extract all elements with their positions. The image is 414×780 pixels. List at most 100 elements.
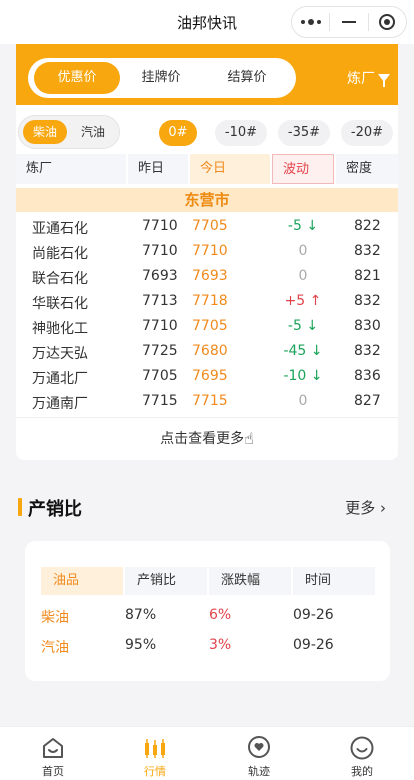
minimize-icon	[342, 21, 356, 23]
price-change-value: +5	[284, 293, 306, 309]
density-value: 830	[354, 318, 381, 334]
price-change: -10 ↓	[263, 368, 343, 384]
table-row[interactable]: 万通南厂 7715 7715 0 827	[16, 389, 398, 414]
chevron-right-icon: ›	[380, 499, 386, 517]
refinery-name: 亚通石化	[32, 221, 88, 237]
yesterday-price: 7713	[142, 293, 178, 309]
pointer-hand-icon: ☝	[244, 429, 254, 448]
price-change: 0	[263, 243, 343, 259]
ratio-header-time: 时间	[293, 567, 375, 595]
density-value: 836	[354, 368, 381, 384]
price-change: 0	[263, 268, 343, 284]
today-price: 7680	[192, 343, 228, 359]
fuel-gasoline-button[interactable]: 汽油	[71, 120, 115, 144]
price-change-value: -5	[287, 218, 302, 234]
table-row[interactable]: 亚通石化 7710 7705 -5 ↓ 822	[16, 214, 398, 239]
table-row[interactable]: 华联石化 7713 7718 +5 ↑ 832	[16, 289, 398, 314]
fuel-diesel-button[interactable]: 柴油	[23, 120, 67, 144]
ratio-change: 3%	[209, 637, 232, 653]
today-price: 7718	[192, 293, 228, 309]
tab-market-label: 行情	[144, 765, 166, 778]
price-type-header: 优惠价 挂牌价 结算价 炼厂	[16, 44, 398, 105]
price-change: 0	[263, 393, 343, 409]
arrow-down-icon: ↓	[306, 218, 319, 234]
top-navigation-bar: 油邦快讯	[0, 0, 414, 44]
price-change: -5 ↓	[263, 218, 343, 234]
ratio-header-change: 涨跌幅	[209, 567, 291, 595]
tab-home[interactable]: 首页	[23, 735, 83, 779]
ratio-product: 柴油	[41, 610, 69, 626]
home-icon	[43, 738, 63, 758]
ratio-time: 09-26	[293, 607, 334, 623]
filter-funnel-icon	[378, 74, 390, 87]
price-change-value: 0	[298, 243, 308, 259]
today-price: 7715	[192, 393, 228, 409]
arrow-down-icon: ↓	[306, 318, 319, 334]
tab-discount-price[interactable]: 优惠价	[34, 62, 120, 94]
table-row[interactable]: 万达天弘 7725 7680 -45 ↓ 832	[16, 339, 398, 364]
table-row[interactable]: 神驰化工 7710 7705 -5 ↓ 830	[16, 314, 398, 339]
refinery-name: 万达天弘	[32, 346, 88, 362]
grade-0-button[interactable]: 0#	[159, 120, 197, 146]
header-change: 波动	[272, 154, 334, 184]
view-more-label: 点击查看更多	[160, 431, 245, 447]
ratio-time: 09-26	[293, 637, 334, 653]
ratio-card: 油品 产销比 涨跌幅 时间 柴油 87% 6% 09-26 汽油 95% 3% …	[25, 541, 390, 681]
more-dots-icon	[300, 18, 321, 25]
price-change-value: -5	[287, 318, 302, 334]
view-more-button[interactable]: 点击查看更多☝	[16, 428, 398, 448]
ratio-product: 汽油	[41, 640, 69, 656]
today-price: 7695	[192, 368, 228, 384]
tab-listed-price[interactable]: 挂牌价	[118, 62, 204, 94]
price-type-segment: 优惠价 挂牌价 结算价	[28, 58, 296, 98]
price-change: -5 ↓	[263, 318, 343, 334]
density-value: 832	[354, 293, 381, 309]
yesterday-price: 7693	[142, 268, 178, 284]
yesterday-price: 7715	[142, 393, 178, 409]
section-more-link[interactable]: 更多 ›	[345, 497, 386, 518]
mini-program-capsule	[291, 6, 407, 38]
yesterday-price: 7710	[142, 318, 178, 334]
header-yesterday: 昨日	[128, 154, 188, 184]
minimize-button[interactable]	[330, 7, 367, 37]
section-more-label: 更多	[345, 499, 376, 517]
price-change: +5 ↑	[263, 293, 343, 309]
ratio-value: 87%	[125, 607, 157, 623]
yesterday-price: 7710	[142, 218, 178, 234]
candlestick-icon	[145, 739, 165, 758]
tab-profile-label: 我的	[351, 765, 373, 778]
yesterday-price: 7710	[142, 243, 178, 259]
close-program-button[interactable]	[369, 7, 406, 37]
tab-home-label: 首页	[42, 765, 64, 778]
grade-minus10-button[interactable]: -10#	[215, 120, 267, 146]
more-options-button[interactable]	[292, 7, 329, 37]
table-row[interactable]: 万通北厂 7705 7695 -10 ↓ 836	[16, 364, 398, 389]
arrow-down-icon: ↓	[310, 343, 323, 359]
today-price: 7705	[192, 218, 228, 234]
refinery-name: 华联石化	[32, 296, 88, 312]
yesterday-price: 7725	[142, 343, 178, 359]
density-value: 832	[354, 343, 381, 359]
today-price: 7705	[192, 318, 228, 334]
refinery-name: 万通南厂	[32, 396, 88, 412]
tab-market[interactable]: 行情	[125, 735, 185, 779]
tab-profile[interactable]: 我的	[332, 735, 392, 779]
density-value: 822	[354, 218, 381, 234]
tab-track[interactable]: 轨迹	[229, 735, 289, 779]
grade-minus20-button[interactable]: -20#	[341, 120, 393, 146]
table-row[interactable]: 尚能石化 7710 7710 0 832	[16, 239, 398, 264]
table-row[interactable]: 联合石化 7693 7693 0 821	[16, 264, 398, 289]
ratio-header-product: 油品	[41, 567, 123, 595]
arrow-down-icon: ↓	[310, 368, 323, 384]
price-change-value: -45	[283, 343, 307, 359]
section-accent-bar	[18, 498, 22, 516]
price-change-value: -10	[283, 368, 307, 384]
header-density: 密度	[336, 154, 398, 184]
close-target-icon	[379, 14, 396, 30]
refinery-filter-button[interactable]: 炼厂	[347, 68, 390, 88]
refinery-name: 万通北厂	[32, 371, 88, 387]
tab-settlement-price[interactable]: 结算价	[204, 62, 290, 94]
price-card: 优惠价 挂牌价 结算价 炼厂 柴油 汽油 0# -10# -35# -20# 炼…	[16, 44, 398, 460]
arrow-up-icon: ↑	[309, 293, 322, 309]
grade-minus35-button[interactable]: -35#	[278, 120, 330, 146]
